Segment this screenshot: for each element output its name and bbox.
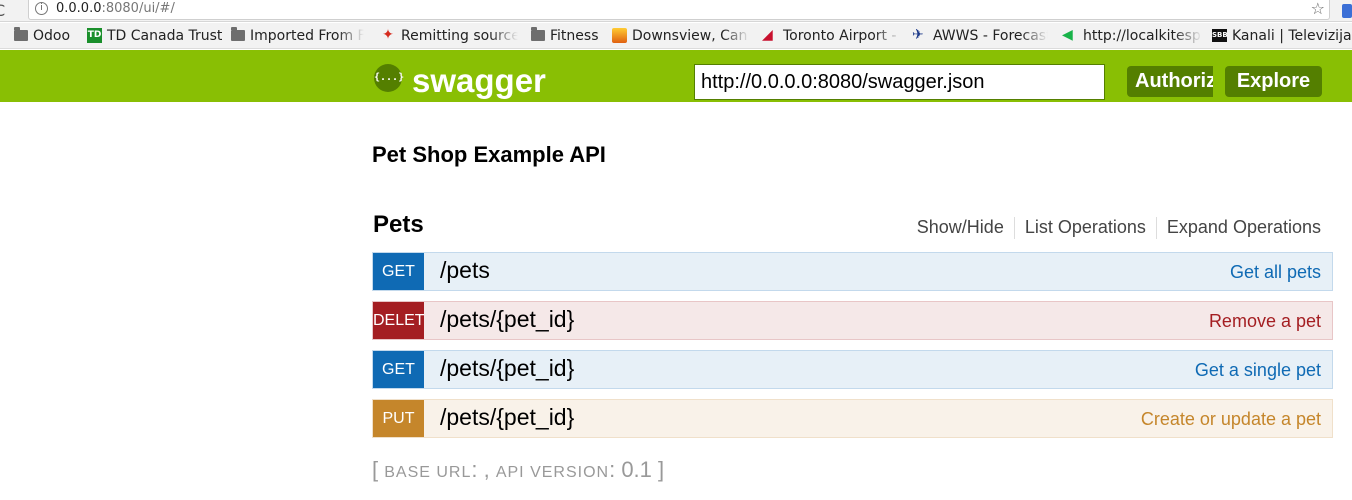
divider <box>1155 217 1157 240</box>
bookmark-label: Fitness <box>550 28 599 44</box>
operation-path[interactable]: /pets/{pet_id} <box>440 355 574 382</box>
bookmark-label: TD Canada Trust <box>107 28 223 44</box>
operation-path[interactable]: /pets <box>440 257 490 284</box>
extension-icon[interactable] <box>1342 4 1352 18</box>
authorize-button[interactable]: Authorize <box>1127 66 1213 97</box>
bookmark-label: AWWS - Forecast <box>933 28 1048 44</box>
footer-close-bracket: ] <box>651 457 665 482</box>
http-method-badge[interactable]: DELETE <box>373 302 424 339</box>
footer-open-bracket: [ <box>372 457 385 482</box>
bookmark-label: Kanali | Televizija <box>1232 28 1352 44</box>
api-version-label: API VERSION <box>495 464 610 481</box>
bookmark-label: http://localkitesp <box>1083 28 1201 44</box>
maple-leaf-icon: ✦ <box>382 27 394 43</box>
expand-operations-link[interactable]: Expand Operations <box>1167 217 1321 237</box>
browser-address-bar: C i 0.0.0.0:8080/ui/#/ ☆ <box>0 0 1352 22</box>
api-footer: [ BASE URL: , API VERSION: 0.1 ] <box>372 457 664 483</box>
list-operations-link[interactable]: List Operations <box>1025 217 1146 237</box>
http-method-badge[interactable]: GET <box>373 253 424 290</box>
airline-icon: ◢ <box>762 27 773 43</box>
bookmark-star-icon[interactable]: ☆ <box>1311 0 1325 18</box>
awws-icon: ✈ <box>912 27 924 43</box>
folder-icon <box>14 27 28 41</box>
api-version-value: 0.1 <box>621 457 652 482</box>
api-title: Pet Shop Example API <box>372 142 606 167</box>
bookmark-toronto-airport[interactable]: ◢ Toronto Airport - <box>762 27 902 45</box>
bookmark-label: Imported From Fi <box>250 28 364 44</box>
folder-icon <box>231 27 245 41</box>
divider <box>1013 217 1015 240</box>
bookmark-downsview[interactable]: Downsview, Can <box>612 27 750 45</box>
show-hide-link[interactable]: Show/Hide <box>917 217 1004 237</box>
bookmark-kanali-televizija[interactable]: SBB Kanali | Televizija <box>1212 27 1352 45</box>
resource-actions: Show/Hide List Operations Expand Operation… <box>917 217 1321 240</box>
bookmark-fitness[interactable]: Fitness <box>531 27 599 45</box>
url-host: 0.0.0.0 <box>56 1 102 16</box>
reload-icon[interactable]: C <box>0 1 5 20</box>
operation-summary[interactable]: Create or update a pet <box>1141 409 1321 430</box>
operation-summary[interactable]: Remove a pet <box>1209 311 1321 332</box>
bookmark-label: Downsview, Can <box>632 28 748 44</box>
omnibox[interactable]: i 0.0.0.0:8080/ui/#/ ☆ <box>28 0 1330 20</box>
bookmark-odoo[interactable]: Odoo <box>14 27 70 45</box>
http-method-badge[interactable]: GET <box>373 351 424 388</box>
operation-delete-pet[interactable]: DELETE /pets/{pet_id} Remove a pet <box>372 301 1333 340</box>
bookmark-label: Odoo <box>33 28 71 44</box>
sbb-icon: SBB <box>1212 28 1228 42</box>
operation-path[interactable]: /pets/{pet_id} <box>440 404 574 431</box>
swagger-logo-text[interactable]: swagger <box>412 62 546 100</box>
operation-summary[interactable]: Get a single pet <box>1195 360 1321 381</box>
bookmarks-bar: Odoo TD TD Canada Trust Imported From Fi … <box>0 23 1352 49</box>
api-version-separator: : <box>609 457 622 482</box>
base-url-label: BASE URL <box>384 464 472 481</box>
operation-path[interactable]: /pets/{pet_id} <box>440 306 574 333</box>
http-method-badge[interactable]: PUT <box>373 400 424 437</box>
swagger-logo-icon[interactable]: {...} <box>374 64 404 92</box>
bookmark-remitting-source[interactable]: ✦ Remitting source <box>380 27 518 45</box>
bookmark-label: Remitting source <box>401 28 518 44</box>
td-icon: TD <box>87 27 102 43</box>
url-rest: :8080/ui/#/ <box>101 1 175 16</box>
operation-get-pets[interactable]: GET /pets Get all pets <box>372 252 1333 291</box>
operation-put-pet[interactable]: PUT /pets/{pet_id} Create or update a pe… <box>372 399 1333 438</box>
bookmark-label: Toronto Airport - <box>783 28 897 44</box>
operation-get-pet[interactable]: GET /pets/{pet_id} Get a single pet <box>372 350 1333 389</box>
address-url[interactable]: 0.0.0.0:8080/ui/#/ <box>56 1 175 16</box>
bookmark-localkitesp[interactable]: ◀ http://localkitesp <box>1062 27 1202 45</box>
folder-icon <box>531 27 545 41</box>
operation-summary[interactable]: Get all pets <box>1230 262 1321 283</box>
explore-button[interactable]: Explore <box>1225 66 1322 97</box>
base-url-separator: : , <box>471 457 496 482</box>
api-url-input[interactable] <box>694 64 1105 100</box>
weather-icon <box>612 27 627 43</box>
resource-heading-pets[interactable]: Pets <box>373 211 424 239</box>
bookmark-imported-from[interactable]: Imported From Fi <box>231 27 364 45</box>
kite-icon: ◀ <box>1062 27 1073 43</box>
info-icon[interactable]: i <box>35 2 48 15</box>
bookmark-td-canada-trust[interactable]: TD TD Canada Trust <box>87 27 222 45</box>
bookmark-awws-forecast[interactable]: ✈ AWWS - Forecast <box>912 27 1048 45</box>
